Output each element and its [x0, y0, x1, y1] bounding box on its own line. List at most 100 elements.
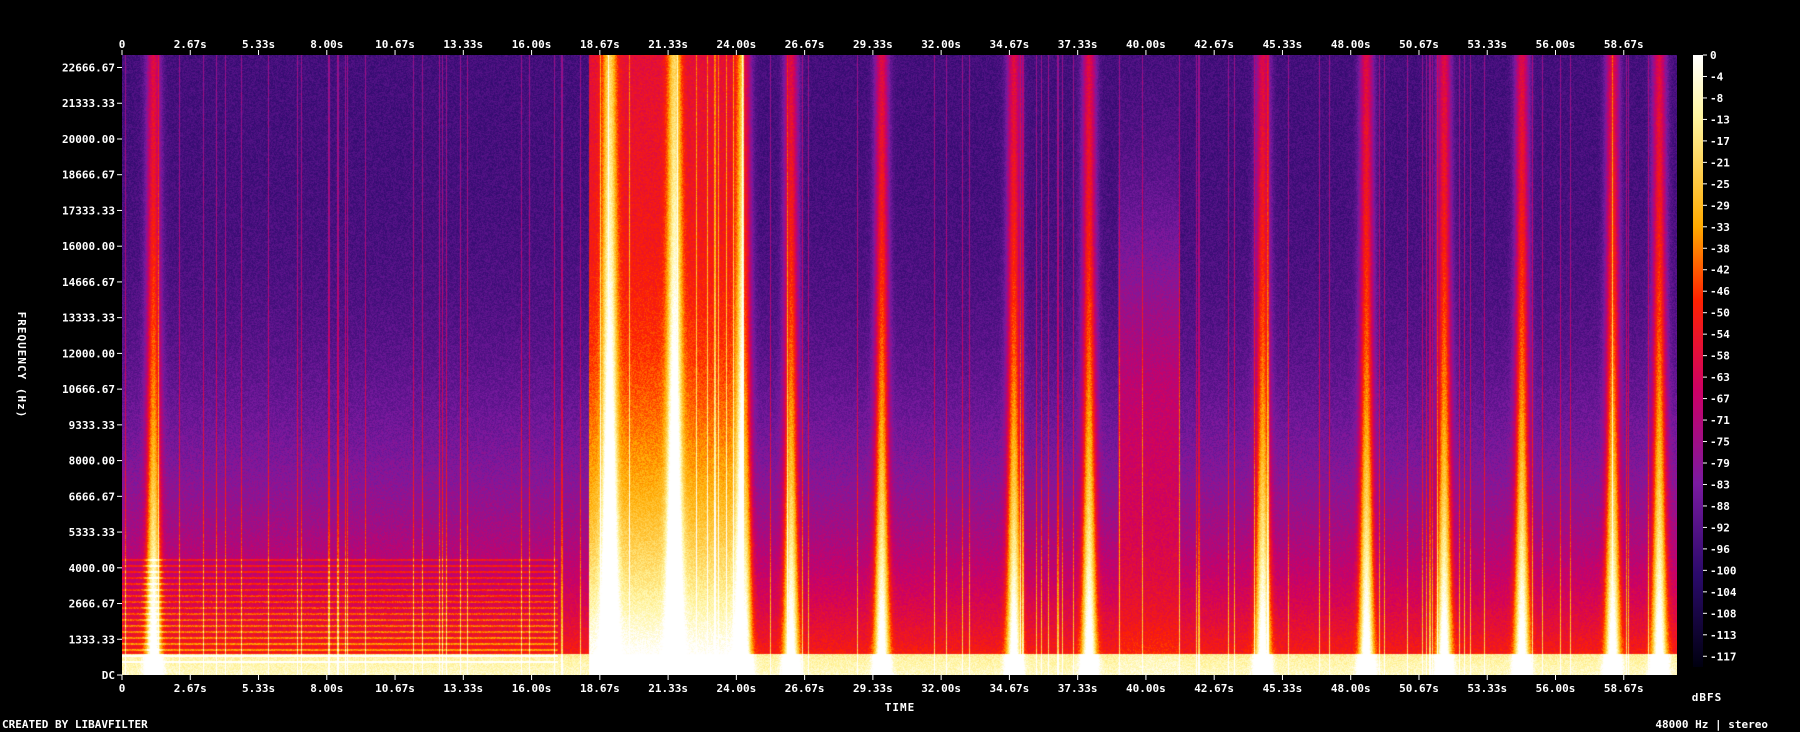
x-tick-label-bottom: 29.33s [853, 682, 893, 695]
x-tick-label-top: 5.33s [242, 38, 275, 51]
y-tick-label: 17333.33 [62, 204, 115, 217]
x-tick-label-top: 32.00s [921, 38, 961, 51]
colorbar-gradient [1693, 55, 1703, 667]
colorbar-tick-label: -67 [1710, 393, 1730, 406]
y-tick-label: 12000.00 [62, 347, 115, 360]
x-tick-label-top: 45.33s [1263, 38, 1303, 51]
x-tick-label-bottom: 48.00s [1331, 682, 1371, 695]
x-tick-label-bottom: 18.67s [580, 682, 620, 695]
x-tick-label-bottom: 13.33s [443, 682, 483, 695]
y-tick-label: 4000.00 [69, 562, 115, 575]
x-tick-label-bottom: 50.67s [1399, 682, 1439, 695]
x-tick-label-bottom: 5.33s [242, 682, 275, 695]
x-tick-label-top: 13.33s [443, 38, 483, 51]
x-tick-label-bottom: 56.00s [1536, 682, 1576, 695]
x-tick-label-top: 26.67s [785, 38, 825, 51]
colorbar-tick-label: -104 [1710, 586, 1737, 599]
x-tick-label-top: 53.33s [1467, 38, 1507, 51]
x-tick-label-bottom: 42.67s [1194, 682, 1234, 695]
x-tick-label-bottom: 2.67s [174, 682, 207, 695]
y-ticks: 22666.67 21333.33 20000.00 18666.67 17333.33… [62, 62, 122, 682]
x-tick-label-top: 8.00s [310, 38, 343, 51]
x-tick-label-bottom: 58.67s [1604, 682, 1644, 695]
colorbar-tick-label: -4 [1710, 70, 1724, 83]
y-tick-label: 13333.33 [62, 312, 115, 325]
y-tick-label: 8000.00 [69, 455, 115, 468]
colorbar-tick-label: -42 [1710, 264, 1730, 277]
colorbar-tick-label: -117 [1710, 650, 1737, 663]
y-tick-label: 22666.67 [62, 62, 115, 75]
x-tick-label-bottom: 45.33s [1263, 682, 1303, 695]
y-tick-label: 18666.67 [62, 169, 115, 182]
y-tick-label: 2666.67 [69, 598, 115, 611]
colorbar-tick-label: -21 [1710, 156, 1730, 169]
y-tick-label: 20000.00 [62, 133, 115, 146]
x-tick-label-bottom: 16.00s [512, 682, 552, 695]
x-tick-label-top: 58.67s [1604, 38, 1644, 51]
x-tick-label-bottom: 40.00s [1126, 682, 1166, 695]
colorbar-tick-label: -96 [1710, 543, 1730, 556]
x-tick-label-top: 18.67s [580, 38, 620, 51]
x-tick-label-bottom: 8.00s [310, 682, 343, 695]
x-tick-label-top: 50.67s [1399, 38, 1439, 51]
x-tick-label-top: 48.00s [1331, 38, 1371, 51]
colorbar-tick-label: -25 [1710, 178, 1730, 191]
x-tick-label-top: 0 [119, 38, 126, 51]
colorbar-tick-label: -75 [1710, 436, 1730, 449]
colorbar-tick-label: -33 [1710, 221, 1730, 234]
colorbar-tick-label: -108 [1710, 607, 1737, 620]
colorbar-tick-label: -83 [1710, 478, 1730, 491]
x-tick-label-top: 24.00s [716, 38, 756, 51]
x-tick-label-bottom: 34.67s [990, 682, 1030, 695]
x-tick-label-bottom: 37.33s [1058, 682, 1098, 695]
colorbar-tick-label: 0 [1710, 49, 1717, 62]
colorbar-label: dBFS [1692, 691, 1723, 704]
x-tick-label-bottom: 21.33s [648, 682, 688, 695]
x-ticks-top: 0 2.67s 5.33s 8.00s 10.67s 13.33s 16.00s 18.67s… [119, 38, 1644, 55]
colorbar-tick-label: -88 [1710, 500, 1730, 513]
colorbar-tick-label: -63 [1710, 371, 1730, 384]
y-tick-label: 1333.33 [69, 633, 115, 646]
x-tick-label-bottom: 32.00s [921, 682, 961, 695]
footer-sample-rate: 48000 Hz | stereo [1655, 718, 1768, 731]
x-tick-label-bottom: 24.00s [716, 682, 756, 695]
x-tick-label-top: 2.67s [174, 38, 207, 51]
colorbar: 0 -4 -8 -13 -17 -21 -25 -29 -33 -38 -42 -46 -50 -54 -5… [1693, 49, 1737, 667]
colorbar-tick-label: -46 [1710, 285, 1730, 298]
x-ticks-bottom: 0 2.67s 5.33s 8.00s 10.67s 13.33s 16.00s 18.67s… [119, 675, 1644, 695]
y-tick-label: 10666.67 [62, 383, 115, 396]
y-tick-label: 16000.00 [62, 240, 115, 253]
x-tick-label-top: 16.00s [512, 38, 552, 51]
colorbar-tick-label: -29 [1710, 199, 1730, 212]
x-tick-label-top: 56.00s [1536, 38, 1576, 51]
x-tick-label-bottom: 26.67s [785, 682, 825, 695]
x-tick-label-bottom: 0 [119, 682, 126, 695]
colorbar-tick-label: -79 [1710, 457, 1730, 470]
colorbar-tick-label: -13 [1710, 113, 1730, 126]
colorbar-tick-label: -71 [1710, 414, 1730, 427]
colorbar-tick-label: -100 [1710, 564, 1737, 577]
colorbar-tick-label: -54 [1710, 328, 1730, 341]
colorbar-tick-label: -58 [1710, 350, 1730, 363]
y-tick-label: DC [102, 669, 115, 682]
y-tick-label: 9333.33 [69, 419, 115, 432]
colorbar-tick-label: -17 [1710, 135, 1730, 148]
colorbar-tick-label: -113 [1710, 629, 1737, 642]
x-tick-label-top: 21.33s [648, 38, 688, 51]
y-tick-label: 5333.33 [69, 526, 115, 539]
y-tick-label: 6666.67 [69, 490, 115, 503]
x-axis-title: TIME [885, 701, 916, 714]
colorbar-tick-label: -50 [1710, 307, 1730, 320]
colorbar-tick-label: -8 [1710, 92, 1723, 105]
x-tick-label-bottom: 10.67s [375, 682, 415, 695]
x-tick-label-top: 29.33s [853, 38, 893, 51]
y-axis-title: FREQUENCY (Hz) [15, 312, 28, 419]
x-tick-label-top: 37.33s [1058, 38, 1098, 51]
x-tick-label-top: 10.67s [375, 38, 415, 51]
axes-layer: 0 2.67s 5.33s 8.00s 10.67s 13.33s 16.00s 18.67s… [15, 38, 1737, 714]
footer-credit: CREATED BY LIBAVFILTER [2, 718, 148, 731]
x-tick-label-top: 40.00s [1126, 38, 1166, 51]
x-tick-label-bottom: 53.33s [1467, 682, 1507, 695]
x-tick-label-top: 34.67s [990, 38, 1030, 51]
colorbar-tick-label: -38 [1710, 242, 1730, 255]
